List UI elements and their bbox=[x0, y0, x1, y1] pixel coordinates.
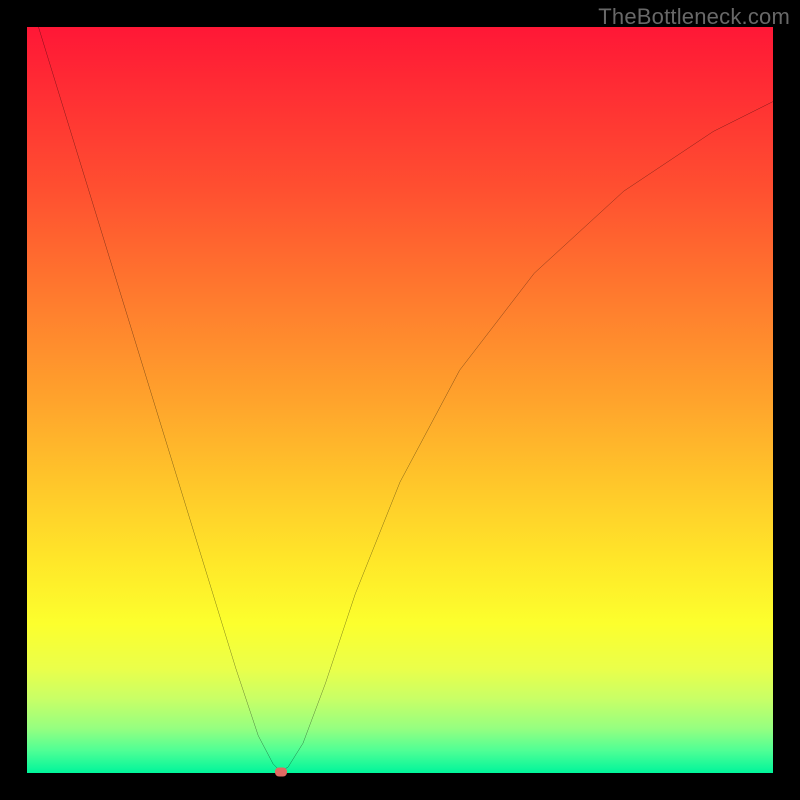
optimum-marker bbox=[275, 767, 287, 776]
curve-svg bbox=[27, 27, 773, 773]
chart-frame: TheBottleneck.com bbox=[0, 0, 800, 800]
bottleneck-curve bbox=[27, 27, 773, 772]
watermark-text: TheBottleneck.com bbox=[598, 4, 790, 30]
plot-area bbox=[27, 27, 773, 773]
